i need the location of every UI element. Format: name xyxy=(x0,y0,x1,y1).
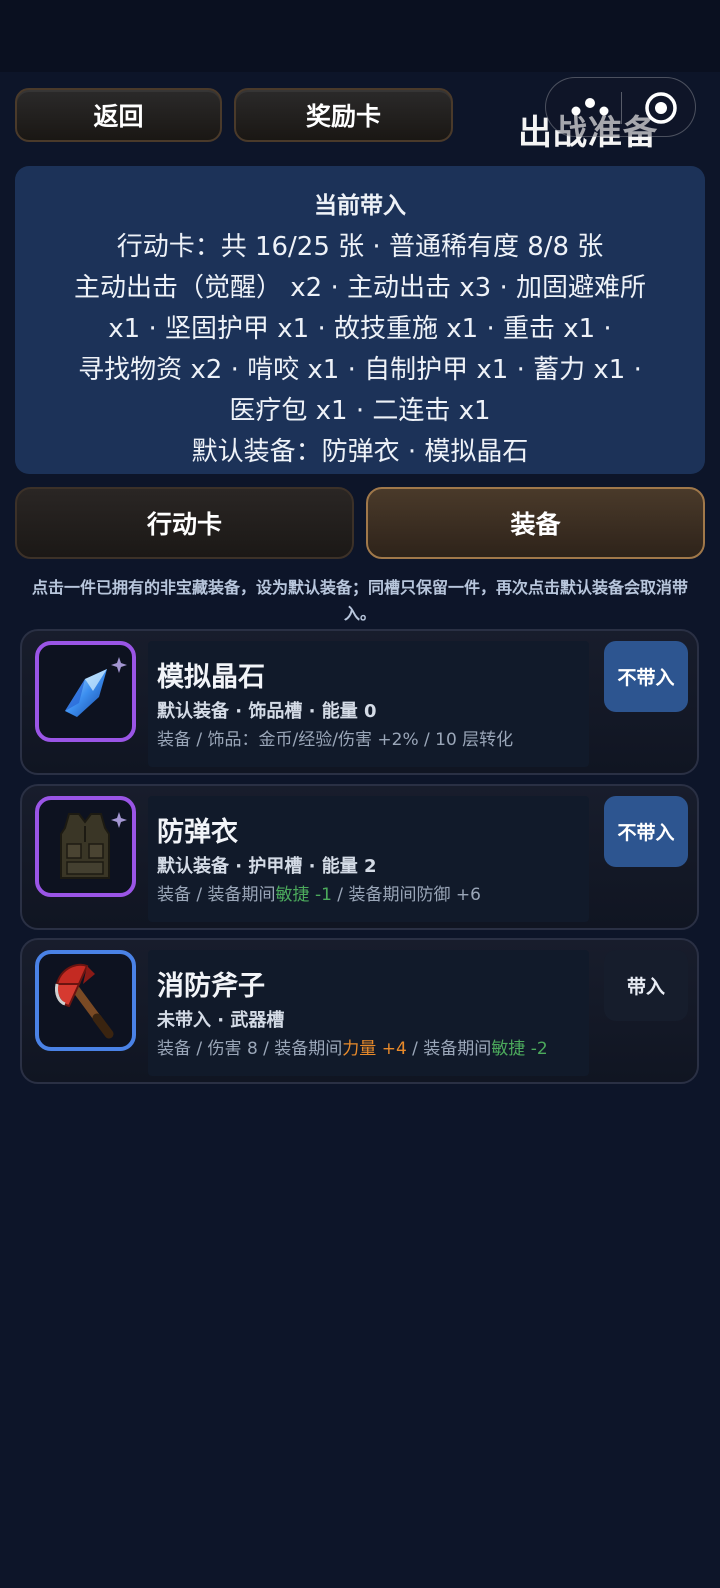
more-icon[interactable] xyxy=(570,95,610,119)
status-bar xyxy=(0,0,720,72)
back-button[interactable]: 返回 xyxy=(15,88,222,142)
equipment-card[interactable]: 防弹衣 默认装备 · 护甲槽 · 能量 2 装备 / 装备期间敏捷 -1 / 装… xyxy=(20,784,699,930)
loadout-line: 主动出击（觉醒） x2 · 主动出击 x3 · 加固避难所 xyxy=(74,273,646,303)
stat-penalty: 敏捷 -1 xyxy=(275,885,332,905)
capsule-divider xyxy=(621,92,622,124)
item-thumbnail xyxy=(35,796,136,897)
item-description: 装备 / 伤害 8 / 装备期间力量 +4 / 装备期间敏捷 -2 xyxy=(157,1039,548,1059)
item-thumbnail xyxy=(35,641,136,742)
equip-button[interactable]: 带入 xyxy=(604,950,688,1021)
equipment-card[interactable]: 消防斧子 未带入 · 武器槽 装备 / 伤害 8 / 装备期间力量 +4 / 装… xyxy=(20,938,699,1084)
item-description: 装备 / 装备期间敏捷 -1 / 装备期间防御 +6 xyxy=(157,885,481,905)
item-info: 消防斧子 未带入 · 武器槽 装备 / 伤害 8 / 装备期间力量 +4 / 装… xyxy=(148,950,589,1076)
close-target-icon[interactable] xyxy=(644,91,678,125)
vest-icon xyxy=(60,812,127,879)
item-info: 防弹衣 默认装备 · 护甲槽 · 能量 2 装备 / 装备期间敏捷 -1 / 装… xyxy=(148,796,589,922)
default-equipment-line: 默认装备：防弹衣 · 模拟晶石 xyxy=(191,437,529,467)
item-name: 消防斧子 xyxy=(157,971,265,1002)
loadout-line: 寻找物资 x2 · 啃咬 x1 · 自制护甲 x1 · 蓄力 x1 · xyxy=(78,355,642,385)
item-meta: 默认装备 · 护甲槽 · 能量 2 xyxy=(157,856,377,877)
item-meta: 未带入 · 武器槽 xyxy=(157,1010,285,1031)
equipment-hint: 点击一件已拥有的非宝藏装备，设为默认装备；同槽只保留一件，再次点击默认装备会取消… xyxy=(31,578,688,623)
stat-bonus: 力量 +4 xyxy=(342,1039,407,1059)
loadout-line: 医疗包 x1 · 二连击 x1 xyxy=(229,396,491,426)
reward-cards-button[interactable]: 奖励卡 xyxy=(234,88,453,142)
item-meta: 默认装备 · 饰品槽 · 能量 0 xyxy=(157,701,377,722)
unequip-button[interactable]: 不带入 xyxy=(604,796,688,867)
axe-icon xyxy=(55,963,114,1039)
loadout-title: 当前带入 xyxy=(314,193,406,219)
stat-penalty: 敏捷 -2 xyxy=(491,1039,548,1059)
unequip-button[interactable]: 不带入 xyxy=(604,641,688,712)
item-name: 模拟晶石 xyxy=(157,662,265,693)
crystal-icon xyxy=(65,657,127,717)
equipment-card[interactable]: 模拟晶石 默认装备 · 饰品槽 · 能量 0 装备 / 饰品：金币/经验/伤害 … xyxy=(20,629,699,775)
loadout-line: 行动卡：共 16/25 张 · 普通稀有度 8/8 张 xyxy=(116,232,604,262)
loadout-line: x1 · 坚固护甲 x1 · 故技重施 x1 · 重击 x1 · xyxy=(108,314,612,344)
item-description: 装备 / 饰品：金币/经验/伤害 +2% / 10 层转化 xyxy=(157,730,514,750)
mini-program-capsule xyxy=(545,77,696,137)
item-thumbnail xyxy=(35,950,136,1051)
item-name: 防弹衣 xyxy=(157,817,238,848)
tab-equipment[interactable]: 装备 xyxy=(366,487,705,559)
item-info: 模拟晶石 默认装备 · 饰品槽 · 能量 0 装备 / 饰品：金币/经验/伤害 … xyxy=(148,641,589,767)
tab-action-cards[interactable]: 行动卡 xyxy=(15,487,354,559)
current-loadout-panel: 当前带入 行动卡：共 16/25 张 · 普通稀有度 8/8 张 主动出击（觉醒… xyxy=(15,166,705,474)
